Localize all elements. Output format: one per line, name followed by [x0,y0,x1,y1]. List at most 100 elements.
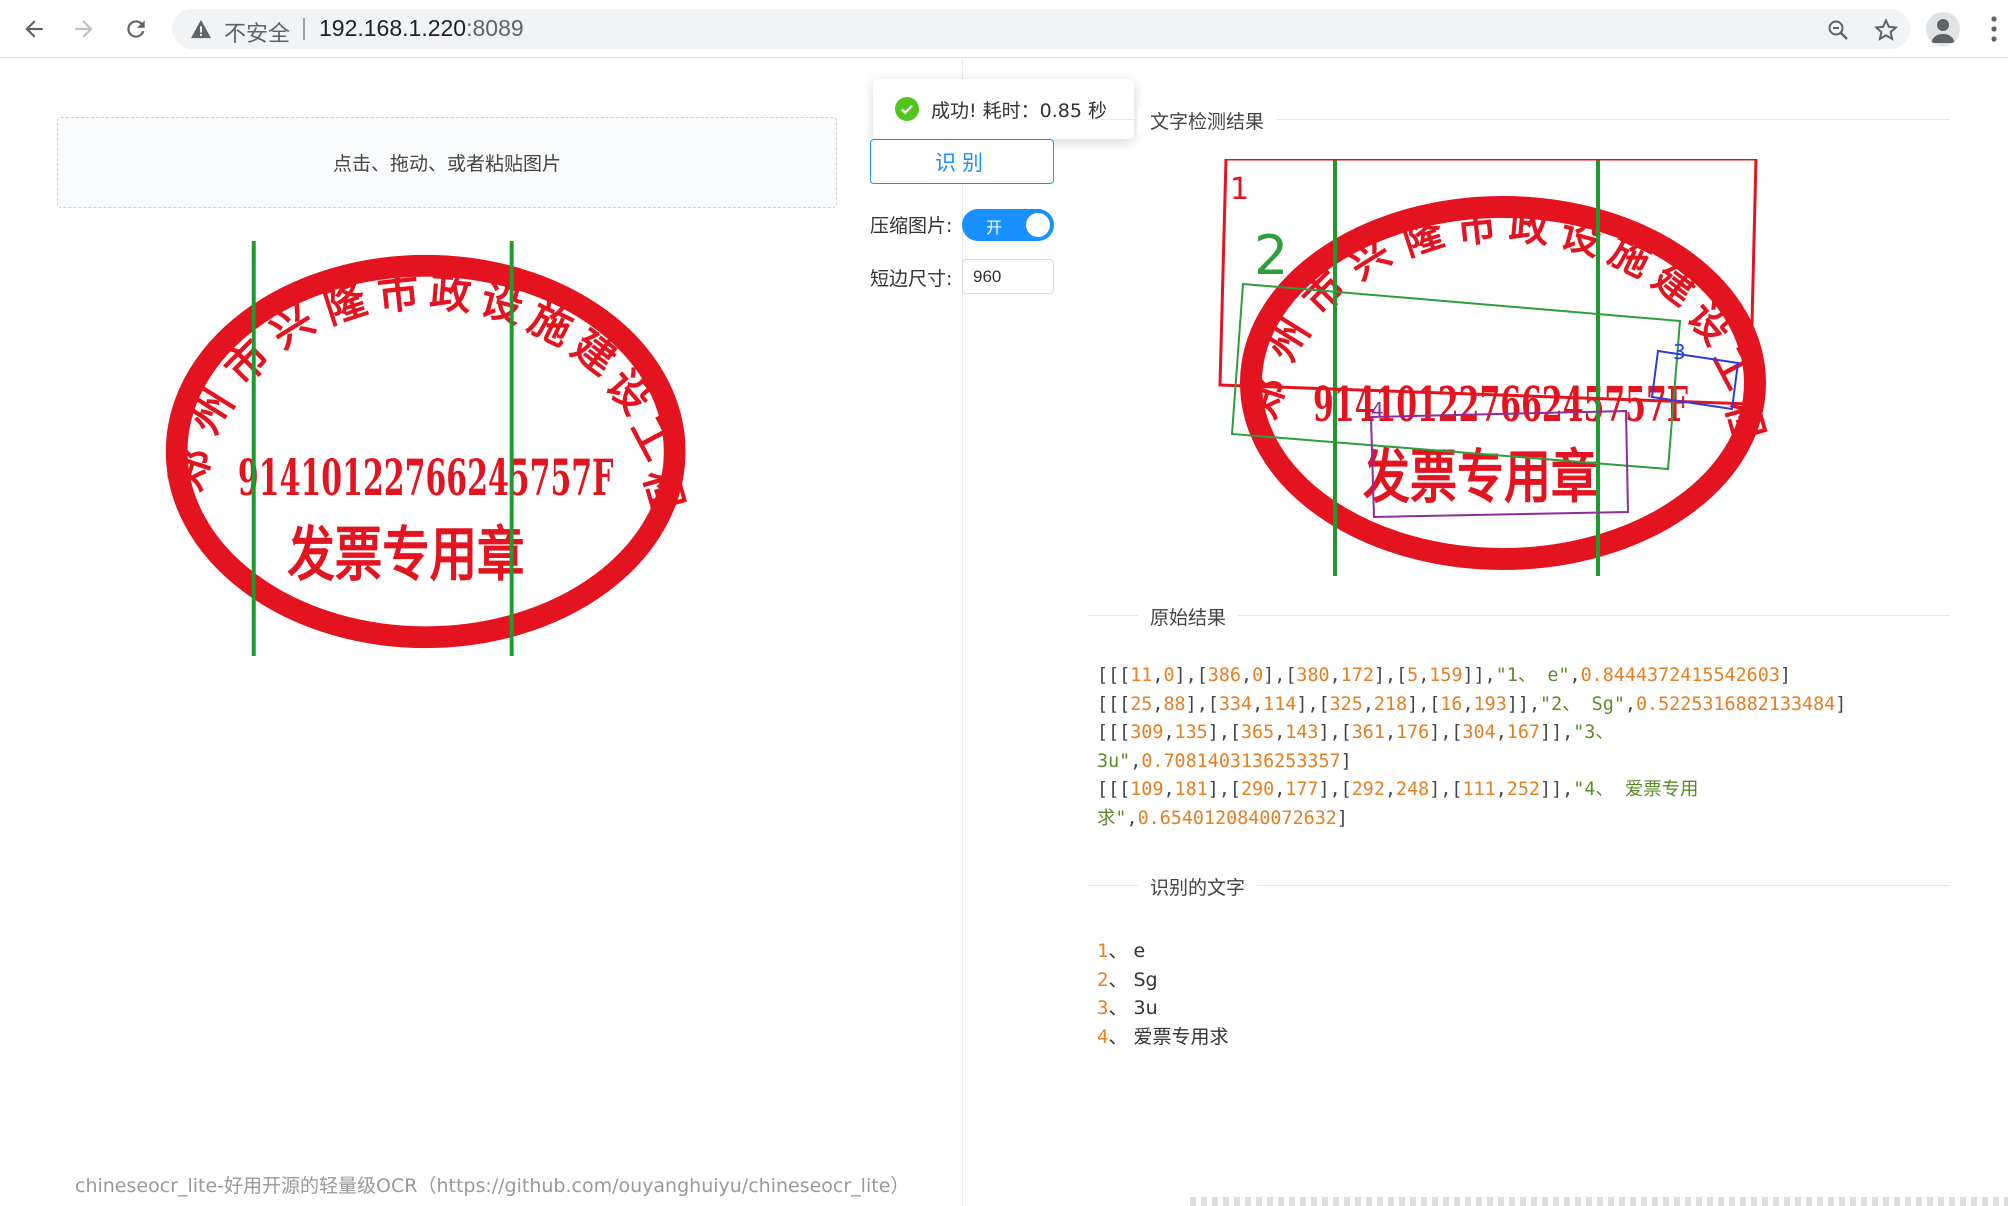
svg-text:市: 市 [375,267,421,320]
raw-coord: 177 [1285,779,1319,800]
raw-coord: 248 [1396,779,1430,800]
recognized-text-separator: 、 [1108,968,1134,991]
forward-button[interactable] [66,11,102,47]
url-host: 192.168.1.220 [319,15,467,41]
raw-score: 0.5225316882133484 [1635,693,1836,715]
raw-coord: 252 [1506,779,1540,800]
raw-coord: 11 [1130,665,1153,686]
omnibox-separator [303,18,305,40]
recognized-text-value: e [1133,940,1146,962]
compress-toggle[interactable]: 开 [962,209,1054,241]
profile-button[interactable] [1926,12,1960,46]
compress-label: 压缩图片: [870,215,953,237]
profile-icon [1931,19,1955,43]
uploaded-stamp-image: 郑 州 市 兴 隆 市 政 设 施 建 设 工 程 91410122766245… [161,241,693,656]
raw-coord: 0 [1252,665,1264,686]
detection-result-image: 郑 州 市 兴 隆 市 政 设 施 建 设 工 程 91410122766245… [1218,159,1773,576]
svg-text:市: 市 [1454,202,1499,253]
success-check-icon [895,97,919,121]
recognized-texts: 1、 e 2、 Sg 3、 3u 4、 爱票专用求 [1097,937,1229,1051]
address-bar[interactable]: 不安全 192.168.1.220:8089 [172,9,1910,49]
raw-coord: 361 [1351,722,1385,743]
zoom-icon[interactable] [1826,18,1850,42]
reload-button[interactable] [118,11,154,47]
compress-toggle-knob [1026,213,1050,237]
raw-coord: 309 [1130,722,1164,743]
url-port: :8089 [466,15,524,41]
raw-coord: 167 [1506,722,1540,743]
recognized-text-item: 4、 爱票专用求 [1097,1023,1229,1052]
back-button[interactable] [16,11,52,47]
toast-message: 成功! 耗时：0.85 秒 [931,99,1108,122]
raw-coord: 193 [1473,693,1507,715]
svg-text:政: 政 [1507,202,1551,252]
recognized-text-item: 2、 Sg [1097,966,1229,995]
raw-text: 3u [1097,750,1120,772]
raw-coord: 88 [1163,693,1186,715]
raw-coord: 16 [1440,693,1463,715]
page-content: 点击、拖动、或者粘贴图片 郑 州 市 兴 隆 市 政 设 施 建 设 工 程 9… [0,59,2008,1206]
recognized-text-value: 3u [1133,997,1158,1019]
raw-coord: 380 [1296,665,1330,686]
detection-box-label-3: 3 [1673,340,1686,364]
footer-text: chineseocr_lite-好用开源的轻量级OCR（https://gith… [75,1175,910,1197]
short-side-input[interactable] [962,259,1054,294]
raw-text-close: " [1119,750,1131,772]
raw-result-line: [[[25,88],[334,114],[325,218],[16,193]],… [1097,693,1847,715]
recognized-text-separator: 、 [1108,997,1134,1019]
raw-coord: 334 [1218,693,1253,715]
detection-stamp-number: 91410122766245757F [1313,377,1688,433]
raw-section-title: 原始结果 [1138,603,1239,630]
raw-coord: 290 [1240,779,1275,800]
raw-result-line: [[[11,0],[386,0],[380,172],[5,159]],"1、 … [1097,665,1791,686]
recognized-text-item: 1、 e [1097,937,1229,966]
raw-coord: 365 [1240,722,1275,743]
raw-score: 0.8444372415542603 [1580,665,1780,686]
compress-toggle-label: 开 [986,218,1003,237]
recognized-text-separator: 、 [1108,940,1134,962]
raw-coord: 325 [1329,693,1363,715]
star-icon[interactable] [1874,18,1898,42]
stamp-number: 91410122766245757F [238,449,613,507]
menu-dots-icon[interactable] [1990,14,1998,44]
raw-text-close: " [1558,665,1570,686]
browser-toolbar: 不安全 192.168.1.220:8089 [0,0,2008,58]
recognized-text-index: 2 [1097,968,1109,991]
raw-coord: 159 [1429,665,1463,686]
bottom-overflow-strip [1190,1197,2008,1206]
detection-box-label-4: 4 [1371,398,1384,422]
raw-score: 0.7081403136253357 [1141,750,1341,772]
raw-coord: 143 [1285,722,1319,743]
raw-section-header: 原始结果 [1088,603,1950,630]
raw-result-line: 3u",0.7081403136253357] [1097,750,1352,772]
recognized-section-title: 识别的文字 [1138,873,1258,900]
raw-result-line: 求",0.6540120840072632] [1097,807,1348,829]
recognized-text-value: 爱票专用求 [1133,1025,1229,1048]
recognized-text-separator: 、 [1108,1025,1134,1048]
detection-section-title: 文字检测结果 [1138,107,1277,134]
raw-coord: 218 [1373,693,1408,715]
detection-box-label-1: 1 [1230,172,1249,207]
raw-coord: 5 [1407,665,1419,686]
raw-text: "4、 爱票专用 [1573,779,1699,800]
url-text: 192.168.1.220:8089 [319,15,524,42]
forward-arrow-icon [75,20,93,38]
recognized-section-header: 识别的文字 [1088,873,1950,900]
recognized-text-index: 3 [1097,997,1109,1019]
recognized-text-value: Sg [1133,968,1158,991]
raw-coord: 0 [1163,665,1175,686]
upload-dropzone[interactable]: 点击、拖动、或者粘贴图片 [57,117,837,208]
raw-result-line: [[[109,181],[290,177],[292,248],[111,252… [1097,779,1699,800]
raw-score: 0.6540120840072632 [1137,807,1337,829]
raw-text: "1、 e [1495,665,1559,686]
raw-coord: 292 [1351,779,1385,800]
raw-text: "2、 Sg [1540,693,1614,715]
raw-text: "3、 [1573,722,1614,743]
raw-coord: 172 [1340,665,1374,686]
raw-coord: 114 [1263,693,1297,715]
recognized-text-item: 3、 3u [1097,994,1229,1023]
recognize-button[interactable]: 识别 [870,139,1054,184]
recognized-text-index: 1 [1097,940,1109,962]
security-label: 不安全 [224,22,291,47]
raw-coord: 135 [1174,722,1208,743]
